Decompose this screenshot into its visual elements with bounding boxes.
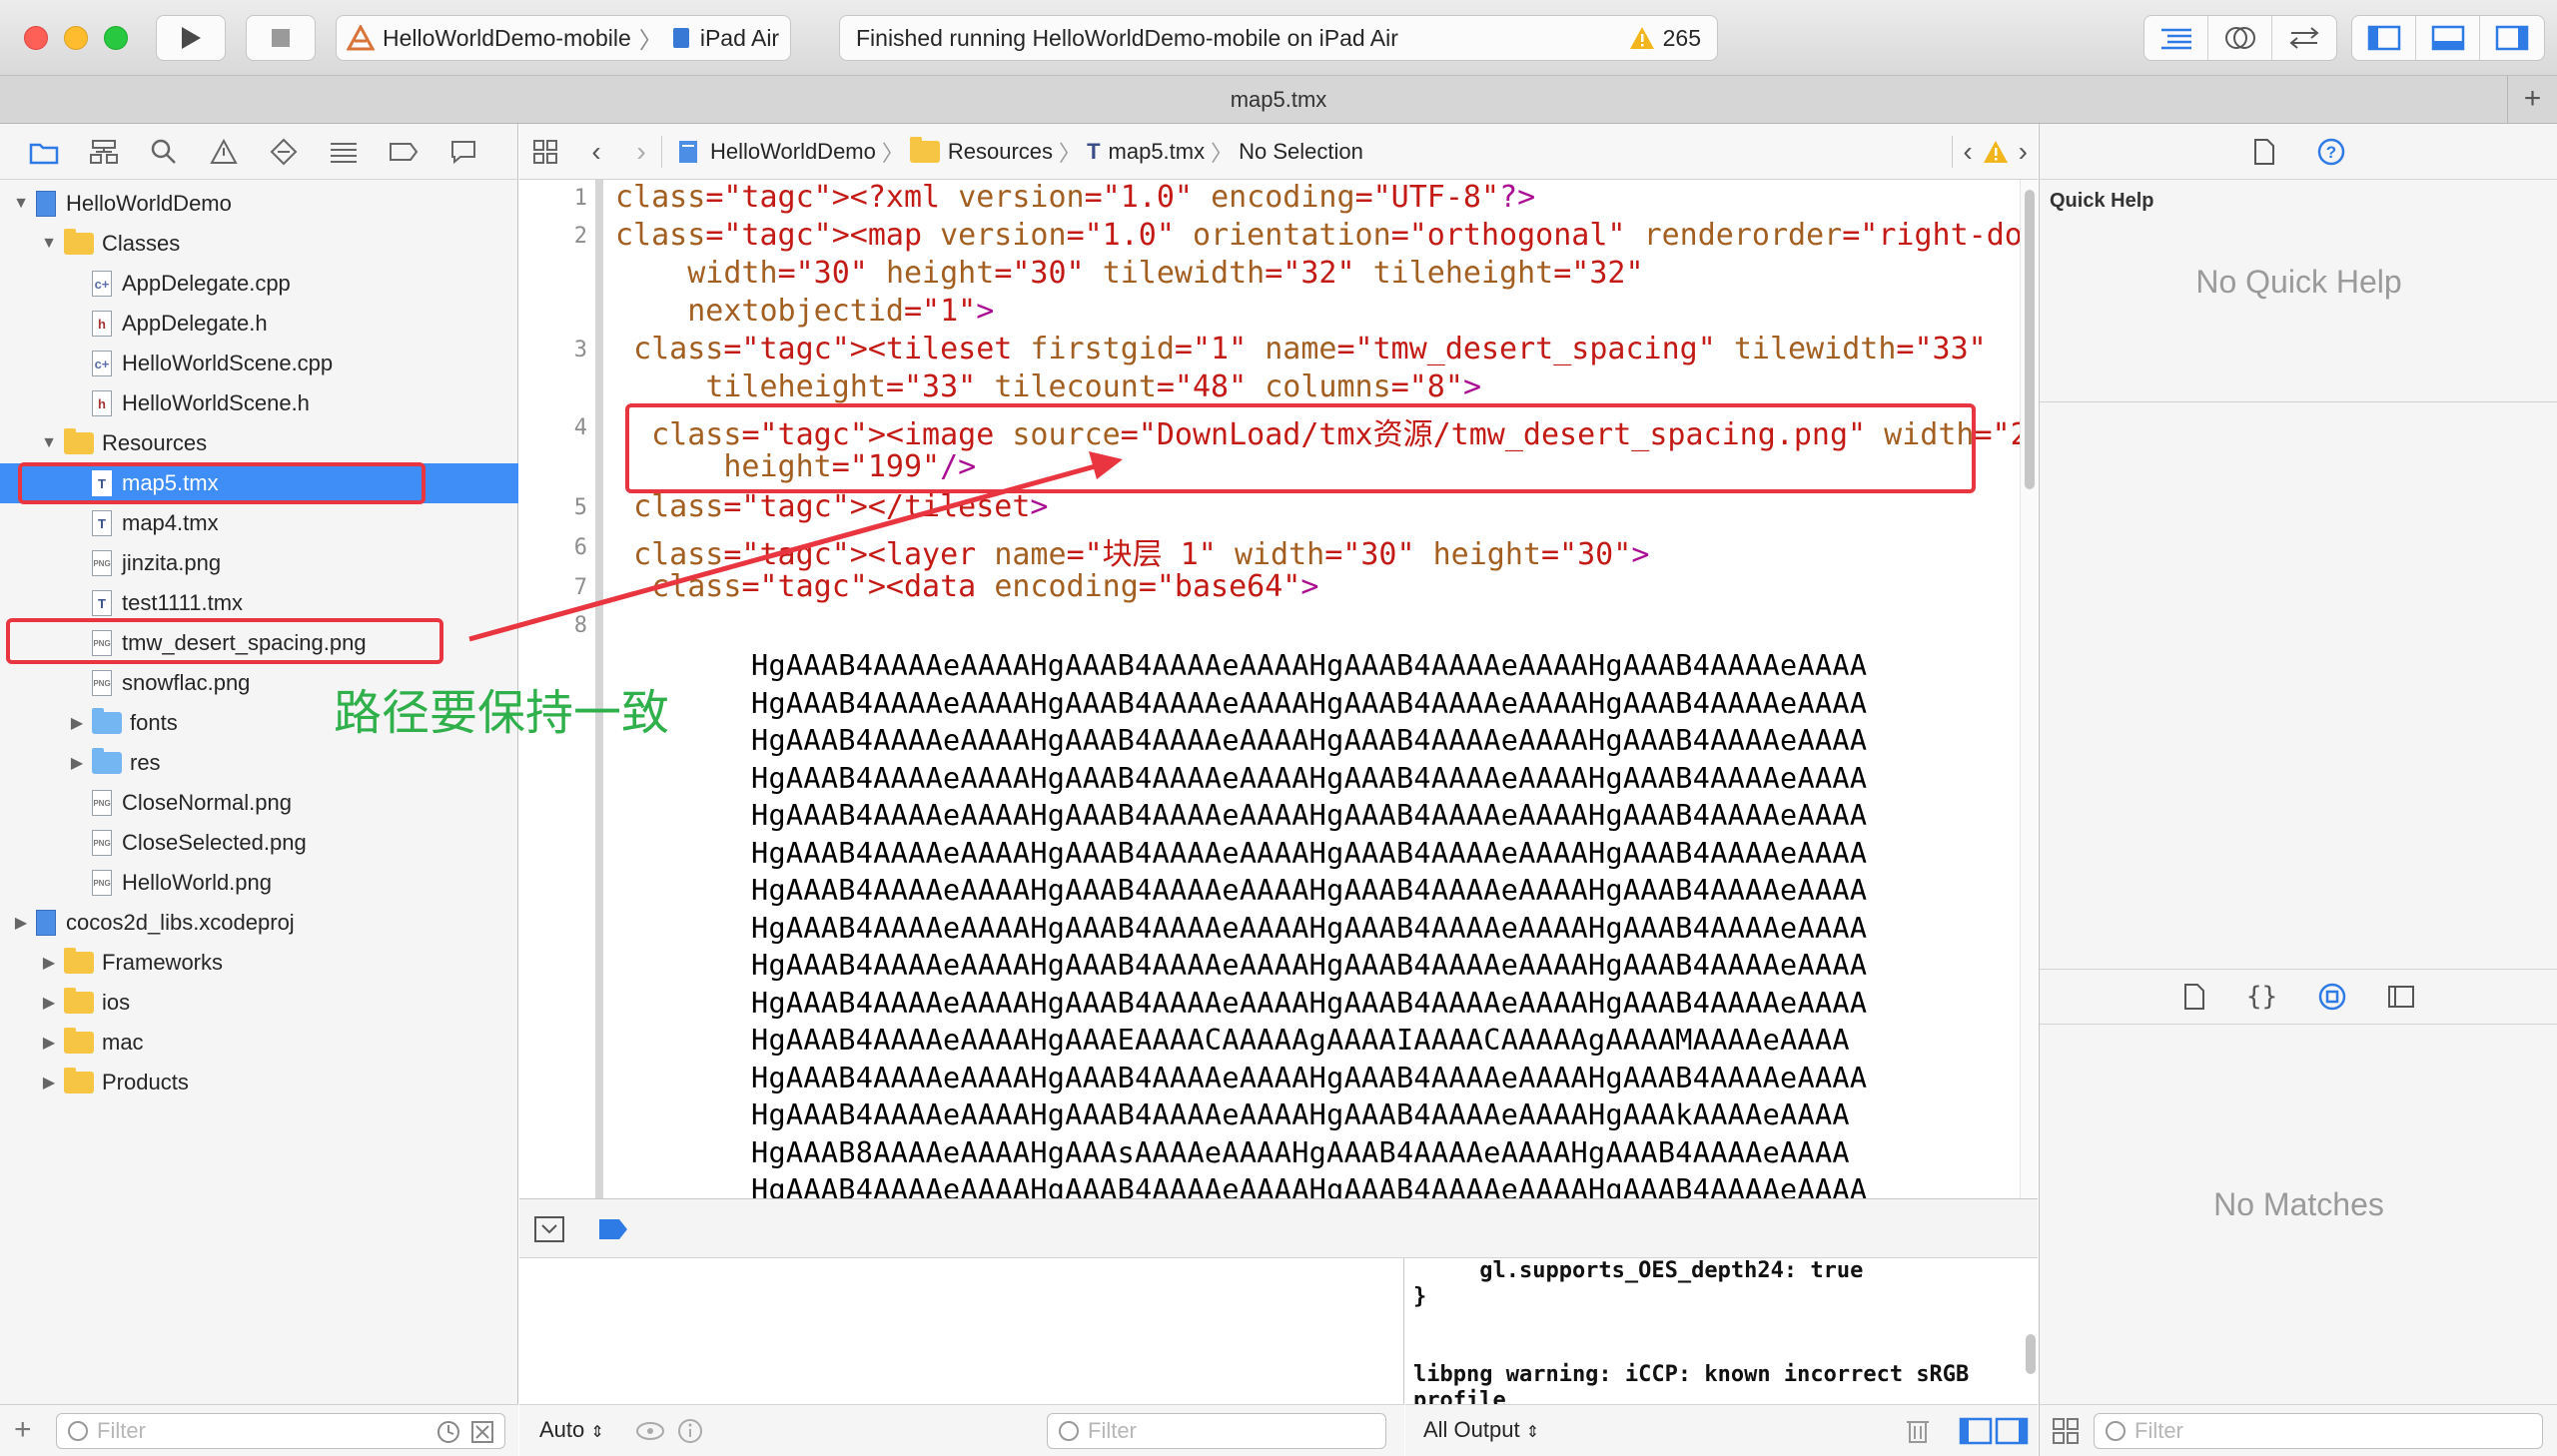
annotation-note: 路径要保持一致 [334,685,670,741]
